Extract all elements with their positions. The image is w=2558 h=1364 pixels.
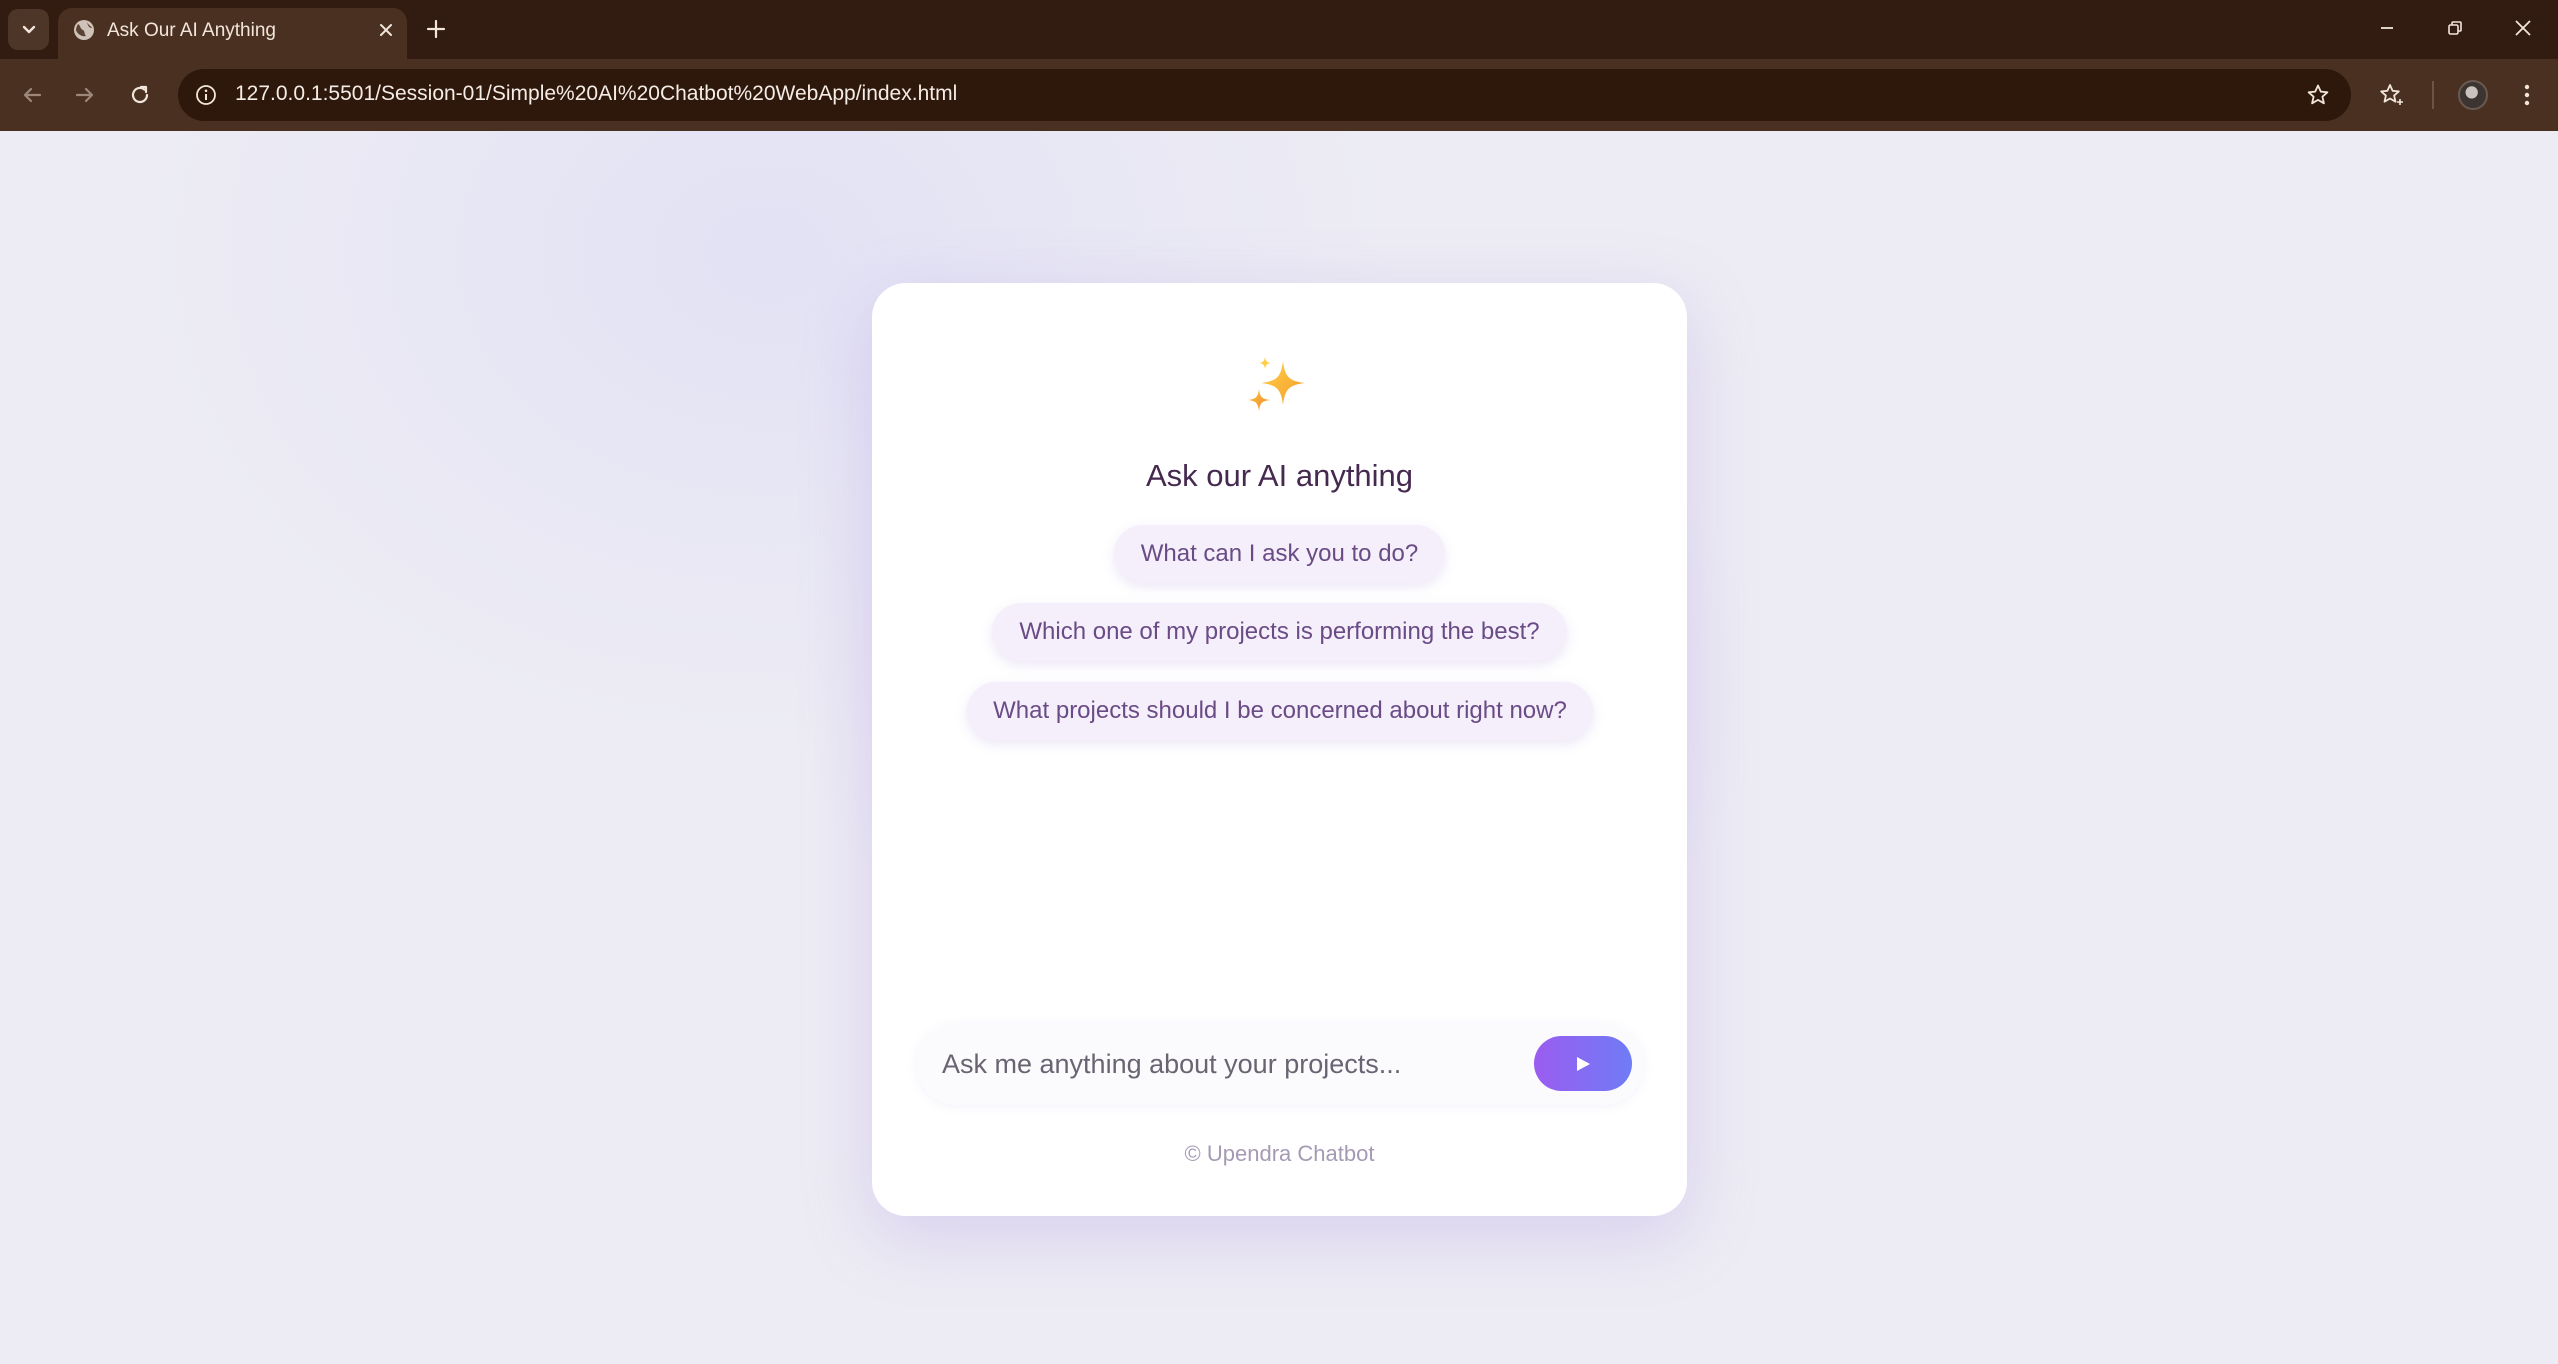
- suggestion-chip[interactable]: Which one of my projects is performing t…: [992, 603, 1567, 661]
- tab-close-button[interactable]: [372, 16, 400, 44]
- chat-input[interactable]: [942, 1039, 1502, 1089]
- arrow-left-icon: [23, 87, 42, 103]
- bookmarks-button[interactable]: [2370, 74, 2412, 116]
- toolbar-divider: [2432, 81, 2434, 109]
- close-icon: [380, 24, 392, 36]
- suggestion-chip[interactable]: What can I ask you to do?: [1114, 525, 1445, 583]
- close-icon: [2515, 20, 2531, 36]
- chat-card: Ask our AI anything What can I ask you t…: [872, 283, 1687, 1216]
- address-bar[interactable]: 127.0.0.1:5501/Session-01/Simple%20AI%20…: [178, 69, 2351, 121]
- star-list-icon: [2380, 84, 2403, 105]
- menu-button[interactable]: [2506, 74, 2548, 116]
- site-info-icon[interactable]: [192, 81, 220, 109]
- chat-input-bar: [916, 1023, 1644, 1105]
- minimize-icon: [2381, 27, 2393, 29]
- tab-search-button[interactable]: [8, 9, 49, 50]
- reload-button[interactable]: [119, 74, 161, 116]
- browser-tab[interactable]: Ask Our AI Anything: [58, 8, 407, 59]
- sparkles-icon: [1248, 357, 1305, 411]
- close-window-button[interactable]: [2498, 8, 2548, 48]
- send-button[interactable]: [1534, 1036, 1632, 1091]
- forward-button[interactable]: [64, 74, 106, 116]
- restore-button[interactable]: [2430, 8, 2480, 48]
- page-viewport: Ask our AI anything What can I ask you t…: [0, 131, 2558, 1364]
- more-vertical-icon: [2524, 84, 2530, 106]
- back-button[interactable]: [11, 74, 53, 116]
- plus-icon: [426, 19, 446, 39]
- globe-icon: [74, 20, 94, 40]
- footer-credit: © Upendra Chatbot: [1184, 1141, 1375, 1166]
- chevron-down-icon: [22, 25, 35, 33]
- profile-avatar[interactable]: [2458, 80, 2488, 110]
- suggestion-chip[interactable]: What projects should I be concerned abou…: [967, 682, 1593, 740]
- new-tab-button[interactable]: [419, 12, 453, 46]
- minimize-button[interactable]: [2362, 8, 2412, 48]
- page-title: Ask our AI anything: [1145, 458, 1414, 493]
- url-text[interactable]: 127.0.0.1:5501/Session-01/Simple%20AI%20…: [235, 82, 957, 106]
- browser-tab-strip: Ask Our AI Anything: [0, 0, 2558, 59]
- tab-title: Ask Our AI Anything: [107, 20, 276, 41]
- reload-icon: [131, 85, 149, 104]
- bookmark-star-icon[interactable]: [2302, 79, 2334, 111]
- browser-toolbar: 127.0.0.1:5501/Session-01/Simple%20AI%20…: [0, 59, 2558, 131]
- play-triangle-icon: [1577, 1056, 1590, 1071]
- restore-icon: [2448, 21, 2462, 35]
- arrow-right-icon: [75, 87, 94, 103]
